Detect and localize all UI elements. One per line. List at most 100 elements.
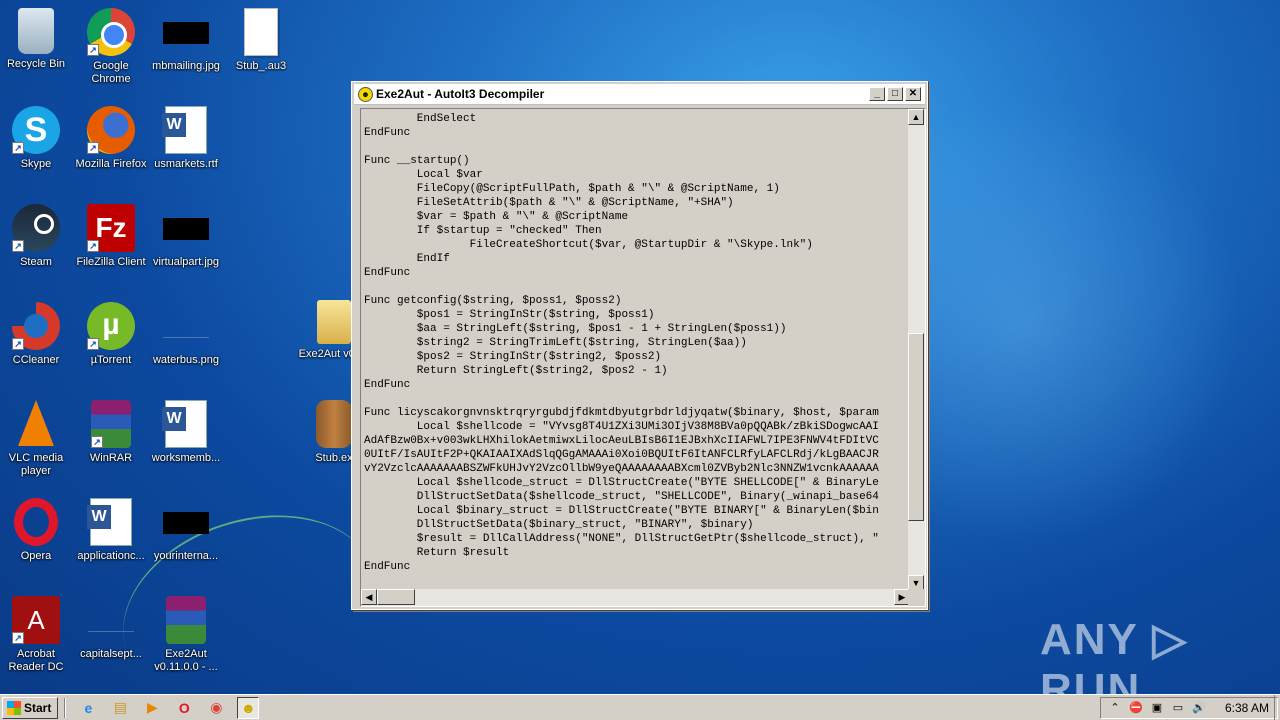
desktop-icon-mbmailing[interactable]: mbmailing.jpg — [148, 8, 224, 73]
code-line: Func __startup() — [364, 155, 470, 167]
decompiler-window[interactable]: ☻ Exe2Aut - AutoIt3 Decompiler _ □ ✕ End… — [351, 81, 928, 610]
explorer-folder-icon[interactable]: ▤ — [109, 697, 131, 719]
desktop-icon-firefox[interactable]: ↗ Mozilla Firefox — [73, 106, 149, 171]
desktop-icon-recycle-bin[interactable]: Recycle Bin — [0, 8, 74, 71]
image-file-icon — [163, 512, 209, 534]
recycle-bin-icon — [18, 8, 54, 54]
window-title: Exe2Aut - AutoIt3 Decompiler — [376, 87, 545, 101]
desktop-icon-acrobat[interactable]: A ↗ Acrobat Reader DC — [0, 596, 74, 674]
vlc-icon — [18, 400, 54, 446]
desktop-icon-stub-au3[interactable]: Stub_.au3 — [223, 8, 299, 73]
desktop-icon-winrar[interactable]: ↗ WinRAR — [73, 400, 149, 465]
vertical-scrollbar[interactable]: ▲ ▼ — [908, 109, 925, 591]
close-button[interactable]: ✕ — [905, 87, 921, 101]
opera-icon — [14, 498, 58, 546]
firefox-icon: ↗ — [87, 106, 135, 154]
code-line: AdAfBzw0Bx+v003wkLHXhilokAetmiwxLilocAeu… — [364, 435, 879, 447]
decompiled-source[interactable]: EndSelect EndFunc Func __startup() Local … — [364, 112, 909, 586]
chrome-taskbar-icon[interactable]: ◉ — [205, 697, 227, 719]
code-view[interactable]: EndSelect EndFunc Func __startup() Local … — [360, 108, 926, 607]
code-line: FileCopy(@ScriptFullPath, $path & "\" & … — [364, 183, 780, 195]
code-line: Local $shellcode = "VYvsg8T4U1ZXi3UMi3OI… — [364, 421, 879, 433]
start-label: Start — [24, 700, 52, 715]
tray-security-icon[interactable]: ⛔ — [1129, 701, 1143, 715]
desktop-icon-filezilla[interactable]: Fz ↗ FileZilla Client — [73, 204, 149, 269]
window-titlebar[interactable]: ☻ Exe2Aut - AutoIt3 Decompiler _ □ ✕ — [354, 84, 925, 105]
desktop-icon-applicationc[interactable]: applicationc... — [73, 498, 149, 563]
system-tray: ⌃ ⛔ ▣ ▭ 🔊 6:38 AM — [1100, 697, 1278, 719]
desktop-icon-waterbus[interactable]: waterbus.png — [148, 302, 224, 367]
tray-expand-icon[interactable]: ⌃ — [1108, 701, 1122, 715]
desktop-icon-skype[interactable]: S ↗ Skype — [0, 106, 74, 171]
desktop-icon-virtualpart[interactable]: virtualpart.jpg — [148, 204, 224, 269]
word-document-icon — [162, 400, 207, 448]
desktop-icon-worksmemb[interactable]: worksmemb... — [148, 400, 224, 465]
desktop-icon-yourinterna[interactable]: yourinterna... — [148, 498, 224, 563]
winrar-icon: ↗ — [91, 400, 131, 448]
image-file-icon — [163, 316, 209, 338]
code-line: EndSelect — [364, 113, 477, 125]
start-button[interactable]: Start — [2, 696, 59, 719]
code-line: EndIf — [364, 253, 450, 265]
code-line: $var = $path & "\" & @ScriptName — [364, 211, 629, 223]
desktop-icon-steam[interactable]: ↗ Steam — [0, 204, 74, 269]
desktop-icon-vlc[interactable]: VLC media player — [0, 400, 74, 478]
skype-icon: S ↗ — [12, 106, 60, 154]
code-line: 0UItF/IsAUItF2P+QKAIAAIXAdSlqQGgAMAAAi0X… — [364, 449, 879, 461]
code-line: Func licyscakorgnvnsktrqryrgubdjfdkmtdby… — [364, 407, 879, 419]
horizontal-scrollbar[interactable]: ◀ ▶ — [361, 589, 910, 606]
text-file-icon — [244, 8, 278, 56]
exe2aut-taskbar-icon[interactable]: ☻ — [237, 696, 260, 719]
code-line: $aa = StringLeft($string, $pos1 - 1 + St… — [364, 323, 787, 335]
internet-explorer-icon[interactable]: e — [77, 697, 99, 719]
exe2aut-smiley-icon: ☻ — [358, 86, 373, 102]
tray-display-icon[interactable]: ▭ — [1171, 701, 1185, 715]
desktop-icon-ccleaner[interactable]: ↗ CCleaner — [0, 302, 74, 367]
tray-network-icon[interactable]: ▣ — [1150, 701, 1164, 715]
code-line: FileCreateShortcut($var, @StartupDir & "… — [364, 239, 813, 251]
utorrent-icon: µ ↗ — [87, 302, 135, 350]
desktop-icon-capitalsept[interactable]: capitalsept... — [73, 596, 149, 661]
code-line: If $startup = "checked" Then — [364, 225, 602, 237]
desktop-icon-opera[interactable]: Opera — [0, 498, 74, 563]
windows-logo-icon — [7, 700, 21, 715]
desktop-icon-usmarkets[interactable]: usmarkets.rtf — [148, 106, 224, 171]
code-line: DllStructSetData($binary_struct, "BINARY… — [364, 519, 754, 531]
opera-taskbar-icon[interactable]: O — [173, 697, 195, 719]
word-document-icon — [87, 498, 132, 546]
taskbar: Start e ▤ ▶ O ◉ ☻ ⌃ ⛔ ▣ ▭ 🔊 6:38 AM — [0, 694, 1280, 720]
maximize-button[interactable]: □ — [887, 87, 903, 101]
code-line: $pos1 = StringInStr($string, $poss1) — [364, 309, 655, 321]
scroll-up-arrow-icon[interactable]: ▲ — [908, 109, 924, 125]
image-file-icon — [163, 218, 209, 240]
code-line: Func getconfig($string, $poss1, $poss2) — [364, 295, 622, 307]
tray-volume-icon[interactable]: 🔊 — [1192, 701, 1206, 715]
image-file-icon — [163, 22, 209, 44]
show-desktop-button[interactable] — [1274, 695, 1280, 720]
ccleaner-icon: ↗ — [12, 302, 60, 350]
scroll-left-arrow-icon[interactable]: ◀ — [361, 589, 377, 605]
chrome-icon: ↗ — [87, 8, 135, 56]
image-file-icon — [88, 610, 134, 632]
folder-icon — [317, 300, 351, 344]
code-line: Return $result — [364, 547, 510, 559]
barrel-exe-icon — [316, 400, 352, 448]
code-line: Return StringLeft($string2, $pos2 - 1) — [364, 365, 668, 377]
desktop-icon-exe2aut-archive[interactable]: Exe2Aut v0.11.0.0 - ... — [148, 596, 224, 674]
desktop-icon-utorrent[interactable]: µ ↗ µTorrent — [73, 302, 149, 367]
code-line: $result = DllCallAddress("NONE", DllStru… — [364, 533, 879, 545]
minimize-button[interactable]: _ — [869, 87, 885, 101]
desktop-icon-chrome[interactable]: ↗ Google Chrome — [73, 8, 149, 86]
code-line: EndFunc — [364, 379, 411, 391]
vertical-scroll-thumb[interactable] — [908, 333, 924, 521]
code-line: Local $binary_struct = DllStructCreate("… — [364, 505, 879, 517]
horizontal-scroll-thumb[interactable] — [377, 589, 415, 605]
code-line: vY2VzclcAAAAAAABSZWFkUHJvY2VzcOllbW9yeQA… — [364, 463, 879, 475]
media-player-icon[interactable]: ▶ — [141, 697, 163, 719]
clock[interactable]: 6:38 AM — [1225, 701, 1269, 715]
filezilla-icon: Fz ↗ — [87, 204, 135, 252]
word-document-icon — [162, 106, 207, 154]
